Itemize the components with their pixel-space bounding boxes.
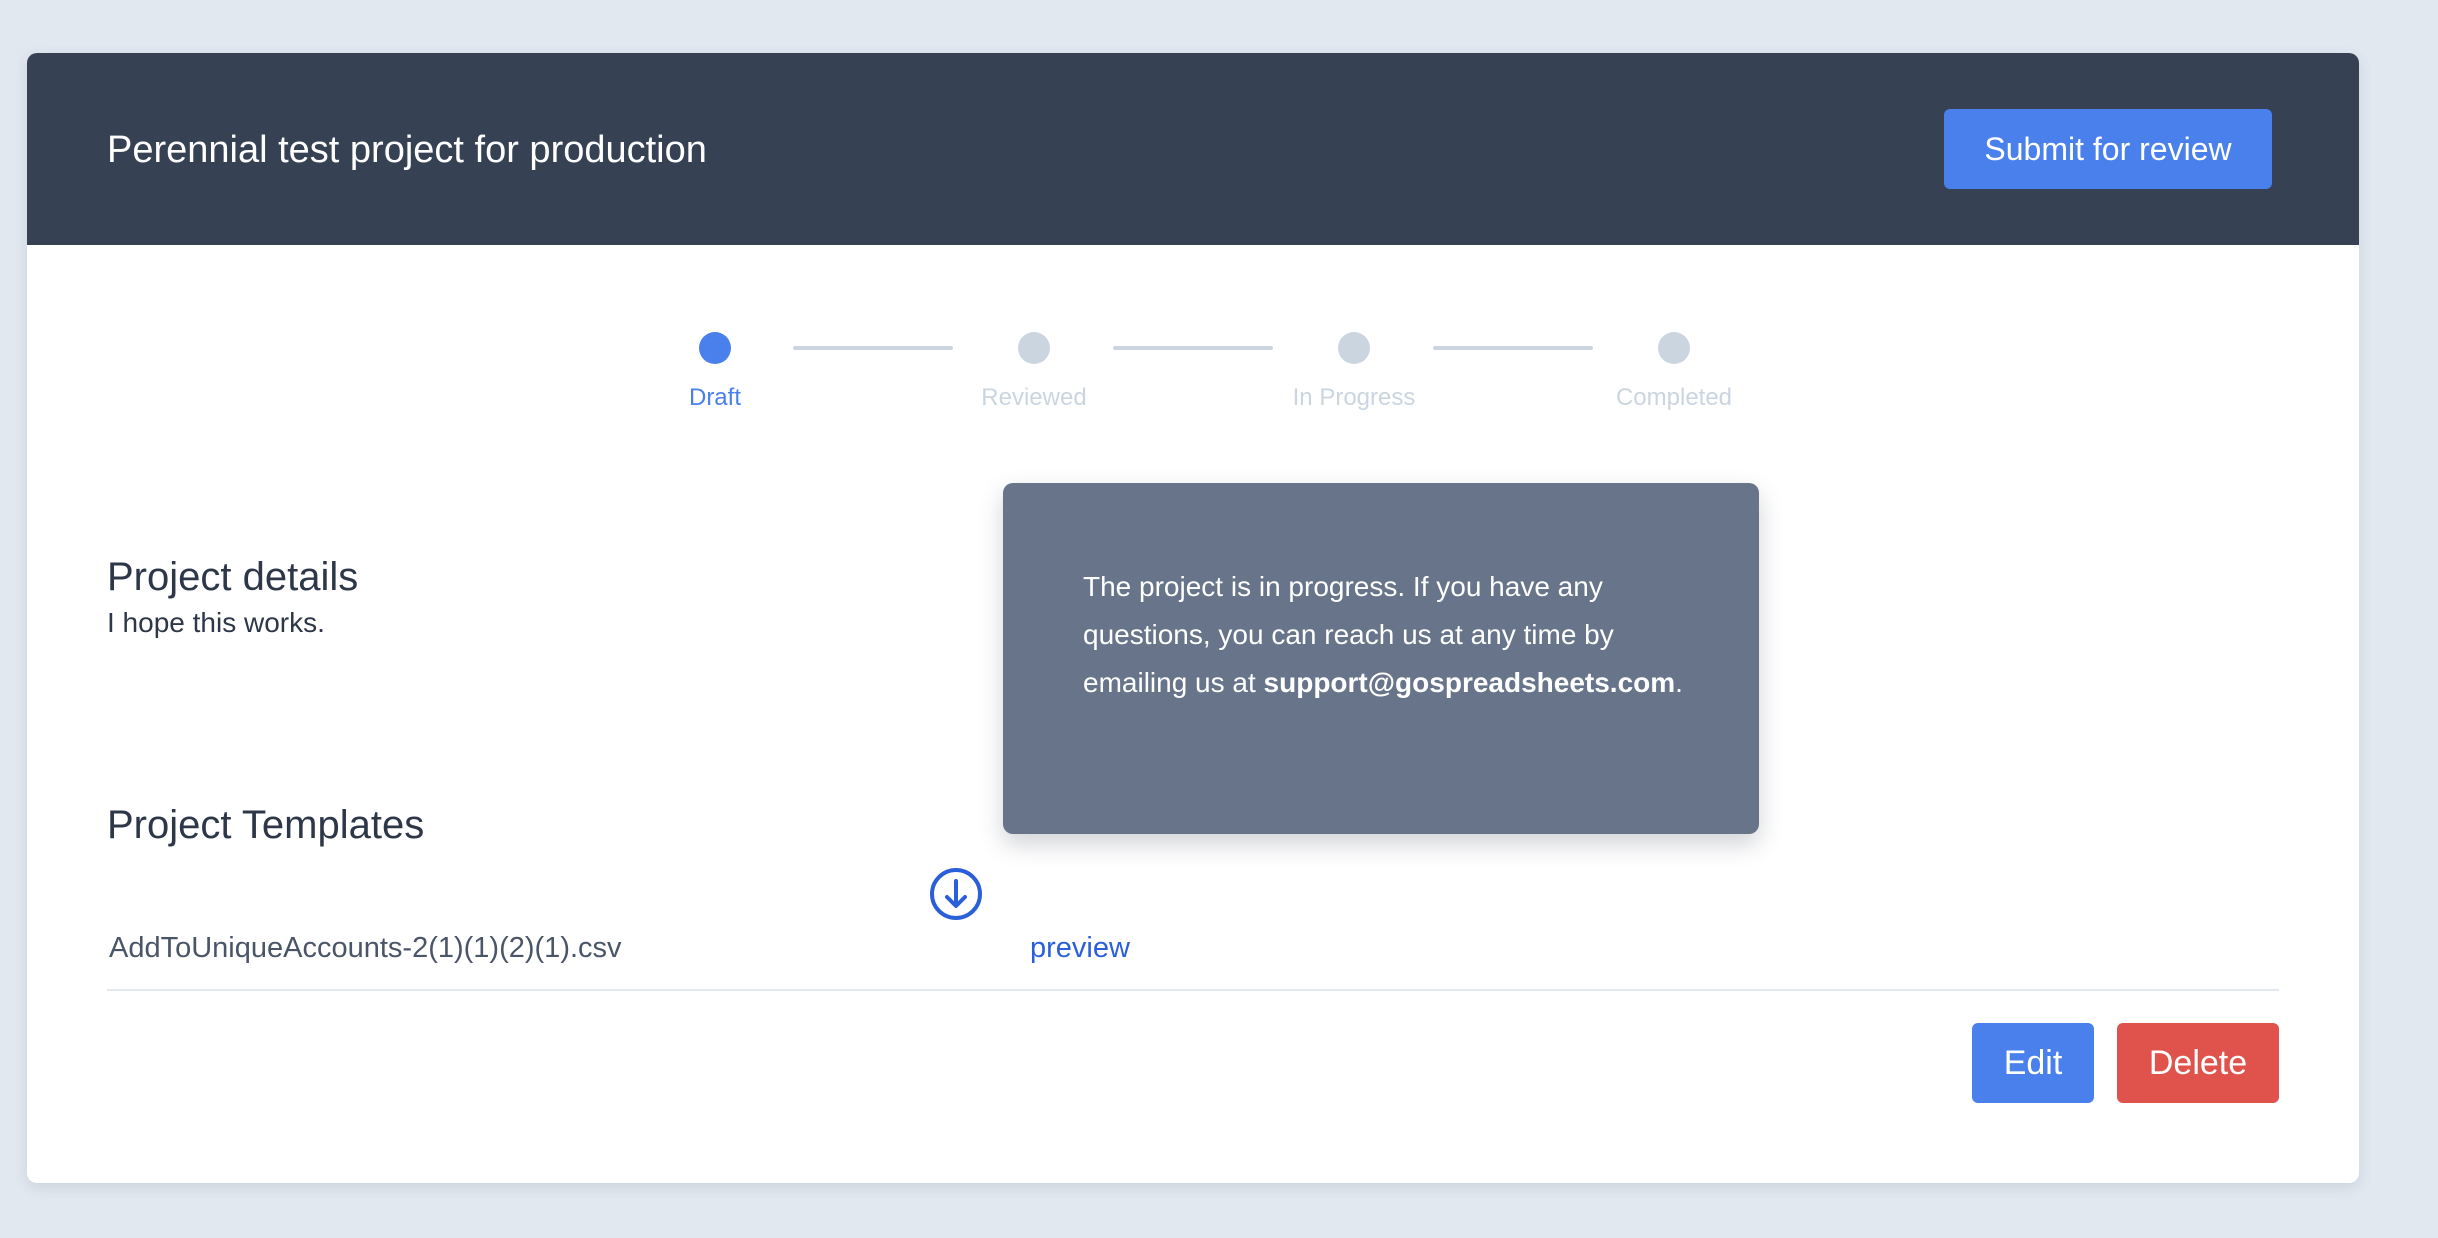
step-dot-reviewed [1018, 332, 1050, 364]
template-filename: AddToUniqueAccounts-2(1)(1)(2)(1).csv [109, 932, 622, 964]
tooltip-message: The project is in progress. If you have … [1083, 563, 1683, 707]
step-label-in-progress: In Progress [1292, 384, 1416, 411]
project-details-heading: Project details [107, 555, 359, 599]
step-label-completed: Completed [1615, 384, 1733, 411]
download-circle-icon[interactable] [929, 867, 983, 921]
template-preview-link[interactable]: preview [1030, 930, 1130, 966]
project-details-text: I hope this works. [107, 607, 325, 638]
project-title: Perennial test project for production [107, 129, 707, 171]
status-tooltip: The project is in progress. If you have … [1003, 483, 1759, 834]
delete-button[interactable]: Delete [2117, 1023, 2279, 1103]
step-connector [1113, 346, 1273, 350]
step-connector [1433, 346, 1593, 350]
tooltip-message-end: . [1675, 667, 1683, 698]
step-dot-completed [1658, 332, 1690, 364]
submit-for-review-button[interactable]: Submit for review [1944, 109, 2272, 189]
edit-button[interactable]: Edit [1972, 1023, 2094, 1103]
project-header: Perennial test project for production Su… [27, 53, 2359, 245]
step-dot-draft [699, 332, 731, 364]
project-templates-heading: Project Templates [107, 803, 425, 847]
step-label-reviewed: Reviewed [981, 384, 1087, 411]
project-card: Perennial test project for production Su… [27, 53, 2359, 1183]
step-dot-in-progress [1338, 332, 1370, 364]
step-label-draft: Draft [688, 384, 741, 411]
divider [107, 989, 2279, 991]
step-connector [793, 346, 953, 350]
support-email: support@gospreadsheets.com [1263, 667, 1676, 698]
